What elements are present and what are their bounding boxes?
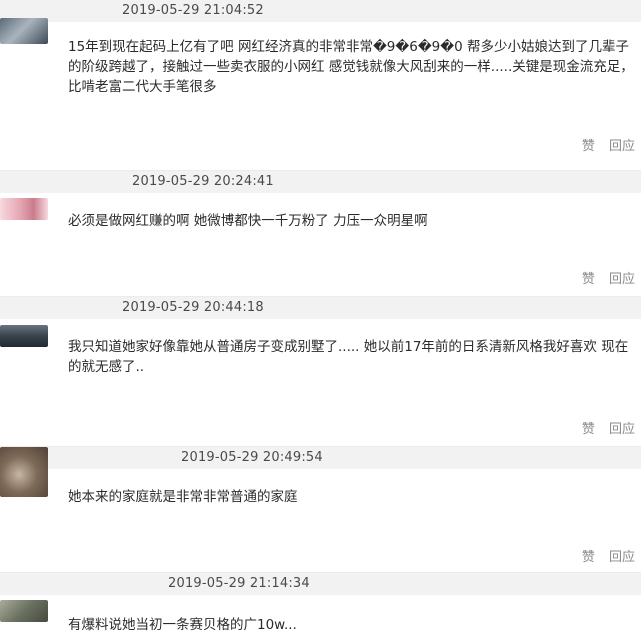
comment-actions: 赞 回应 <box>582 549 635 566</box>
avatar[interactable] <box>0 198 48 220</box>
comment-text: 有爆料说她当初一条赛贝格的广10w... <box>68 617 297 633</box>
comment-header <box>0 0 641 22</box>
comment-timestamp: 2019-05-29 20:24:41 <box>132 174 274 189</box>
like-button[interactable]: 赞 <box>582 421 595 438</box>
avatar-image <box>0 600 48 622</box>
avatar-image <box>0 18 48 44</box>
comment-item: 2019-05-29 20:24:41 必须是做网红赚的啊 她微博都快一千万粉了… <box>0 170 641 297</box>
comment-text: 我只知道她家好像靠她从普通房子变成别墅了..... 她以前17年前的日系清新风格… <box>68 339 629 375</box>
comment-header <box>0 573 641 595</box>
avatar[interactable] <box>0 447 48 497</box>
comment-text: 她本来的家庭就是非常非常普通的家庭 <box>68 489 298 505</box>
comment-actions: 赞 回应 <box>582 421 635 438</box>
comment-header <box>0 297 641 319</box>
avatar-image <box>0 198 48 220</box>
like-button[interactable]: 赞 <box>582 271 595 288</box>
like-button[interactable]: 赞 <box>582 549 595 566</box>
reply-button[interactable]: 回应 <box>609 549 635 566</box>
avatar-image <box>0 325 48 347</box>
comment-actions: 赞 回应 <box>582 138 635 155</box>
like-button[interactable]: 赞 <box>582 138 595 155</box>
comment-timestamp: 2019-05-29 21:14:34 <box>168 576 310 591</box>
avatar-image <box>0 447 48 497</box>
reply-button[interactable]: 回应 <box>609 271 635 288</box>
comment-timestamp: 2019-05-29 20:49:54 <box>181 450 323 465</box>
comment-timestamp: 2019-05-29 20:44:18 <box>122 300 264 315</box>
comment-item: 2019-05-29 21:14:34 有爆料说她当初一条赛贝格的广10w... <box>0 572 641 635</box>
comment-list: 2019-05-29 21:04:52 15年到现在起码上亿有了吧 网红经济真的… <box>0 0 641 635</box>
reply-button[interactable]: 回应 <box>609 421 635 438</box>
comment-item: 2019-05-29 20:49:54 她本来的家庭就是非常非常普通的家庭 赞 … <box>0 446 641 573</box>
avatar[interactable] <box>0 600 48 622</box>
comment-item: 2019-05-29 20:44:18 我只知道她家好像靠她从普通房子变成别墅了… <box>0 296 641 447</box>
comment-header <box>0 171 641 193</box>
comment-text: 必须是做网红赚的啊 她微博都快一千万粉了 力压一众明星啊 <box>68 213 428 229</box>
comment-item: 2019-05-29 21:04:52 15年到现在起码上亿有了吧 网红经济真的… <box>0 0 641 170</box>
comment-text: 15年到现在起码上亿有了吧 网红经济真的非常非常�9�6�9�0 帮多少小姑娘达… <box>68 39 634 95</box>
avatar[interactable] <box>0 18 48 44</box>
comment-timestamp: 2019-05-29 21:04:52 <box>122 3 264 18</box>
comment-actions: 赞 回应 <box>582 271 635 288</box>
reply-button[interactable]: 回应 <box>609 138 635 155</box>
avatar[interactable] <box>0 325 48 347</box>
